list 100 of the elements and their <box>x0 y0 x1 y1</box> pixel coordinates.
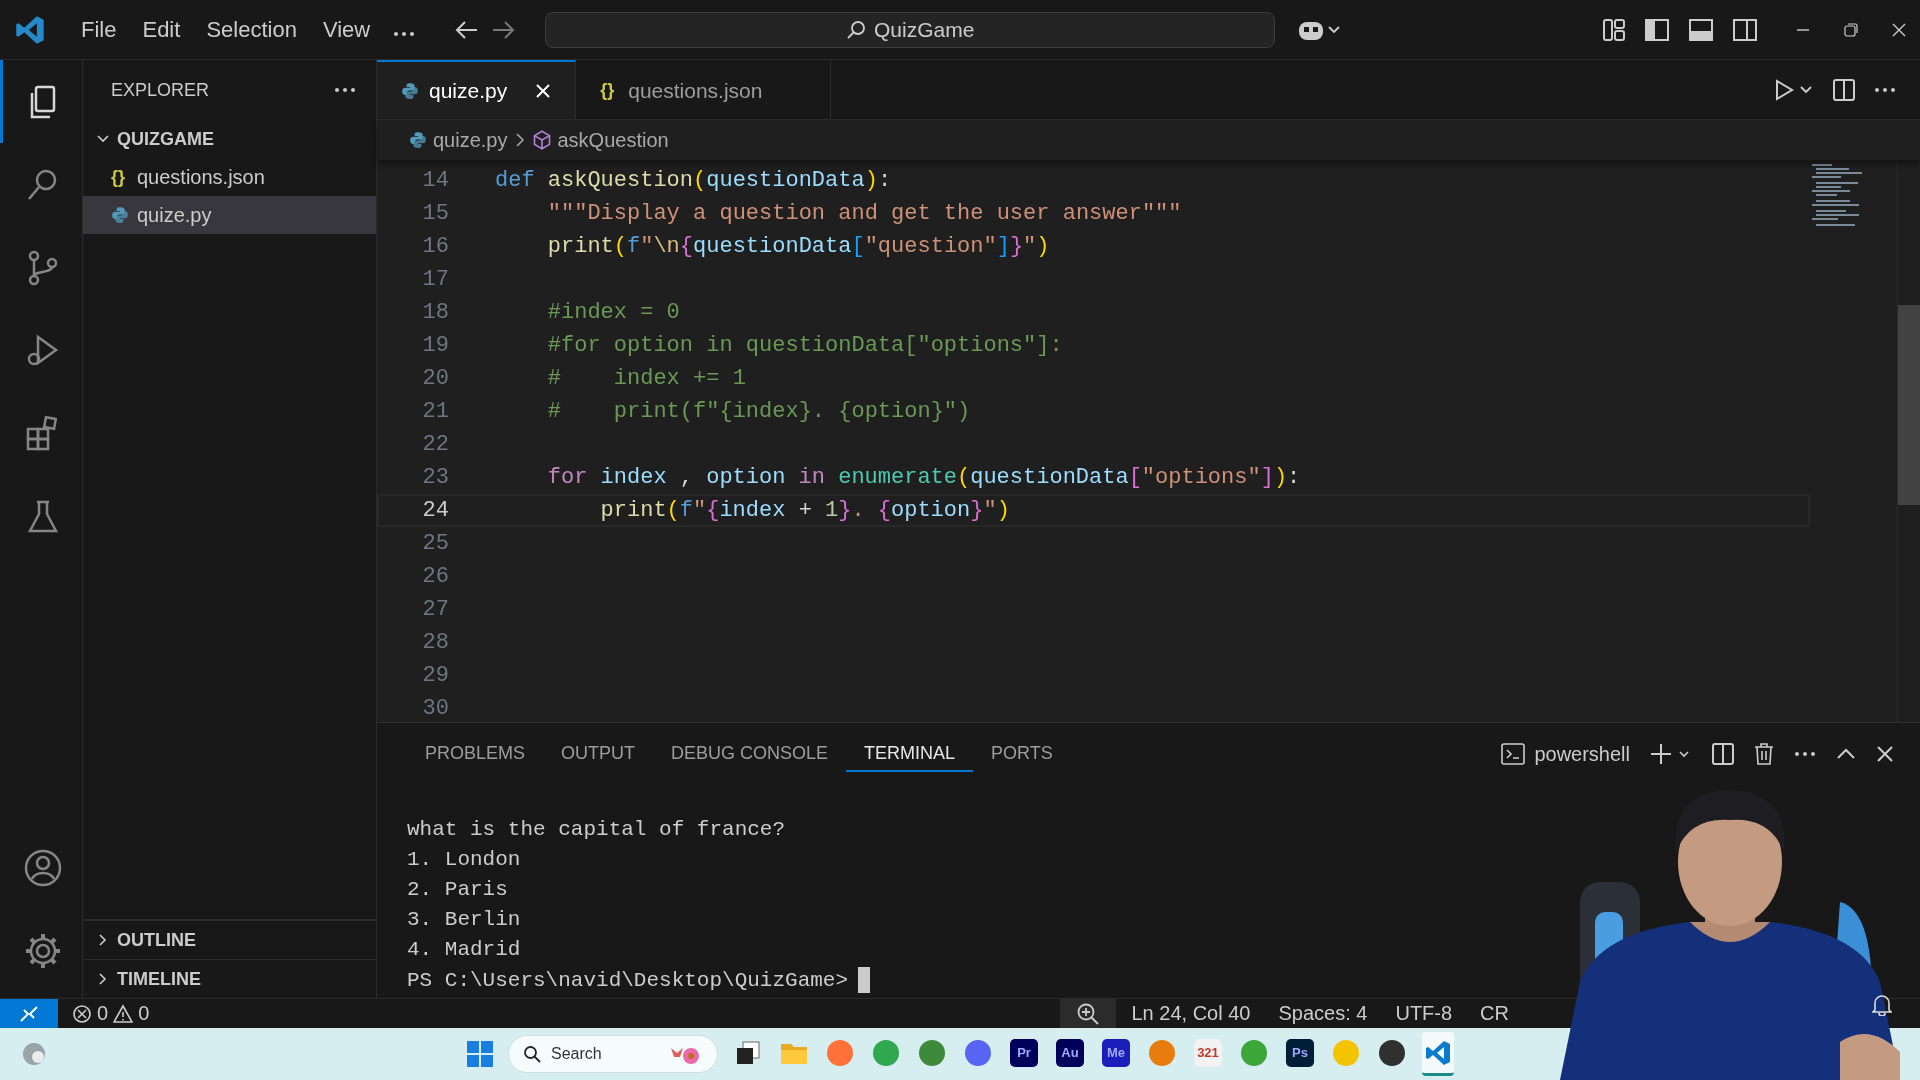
layout-icon[interactable] <box>1602 17 1626 42</box>
terminal-line: 2. Paris <box>407 877 509 903</box>
search-icon <box>27 169 56 200</box>
line-number: 16 <box>421 234 449 259</box>
line-number: 14 <box>421 168 449 193</box>
status-item[interactable]: UTF-8 <box>1395 1002 1453 1025</box>
menu-item[interactable]: Edit <box>129 10 194 49</box>
more-icon[interactable] <box>393 30 416 37</box>
search-icon <box>523 1045 541 1063</box>
sidebar-title: EXPLORER <box>111 79 210 101</box>
zoom-in-icon <box>1075 1001 1100 1026</box>
close-icon[interactable] <box>1892 22 1906 37</box>
menu-item[interactable]: Selection <box>193 10 310 49</box>
panel-tab[interactable]: PORTS <box>973 736 1071 772</box>
line-number: 17 <box>421 267 449 292</box>
line-number: 19 <box>421 333 449 358</box>
explorer-row[interactable]: quize.py <box>83 196 376 234</box>
braces-icon: {} <box>111 166 129 188</box>
breadcrumb-item[interactable]: askQuestion <box>531 128 669 152</box>
line-number: 24 <box>421 498 449 523</box>
explorer-row[interactable]: {} questions.json <box>83 158 376 196</box>
python-icon <box>409 131 427 149</box>
terminal-line: 1. London <box>407 847 522 873</box>
account-icon[interactable] <box>22 847 63 888</box>
line-number: 21 <box>421 399 449 424</box>
line-number: 28 <box>421 630 449 655</box>
section-header[interactable]: TIMELINE <box>117 968 201 990</box>
line-number: 29 <box>421 663 449 688</box>
status-item[interactable]: CR <box>1480 1002 1509 1025</box>
section-header[interactable]: OUTLINE <box>117 929 196 951</box>
restore-icon[interactable] <box>1844 22 1858 37</box>
code-line: #for option in questionData["options"]: <box>546 333 1063 358</box>
menu-item[interactable]: File <box>68 10 130 49</box>
code-line: for index , option in enumerate(questionData["options"]): <box>546 465 1301 490</box>
more-icon[interactable] <box>1874 86 1896 93</box>
command-center-search[interactable]: QuizGame <box>545 11 1276 48</box>
trash-icon[interactable] <box>1754 743 1774 765</box>
terminal-icon <box>1500 742 1527 766</box>
panel-tab[interactable]: OUTPUT <box>543 736 654 772</box>
panel-tab[interactable]: TERMINAL <box>846 736 974 772</box>
error-icon <box>72 1003 92 1024</box>
more-icon[interactable] <box>334 87 356 93</box>
run-icon[interactable] <box>1774 77 1814 102</box>
line-number: 23 <box>421 465 449 490</box>
new-terminal-icon[interactable] <box>1650 742 1692 766</box>
terminal-line: what is the capital of france? <box>407 817 787 843</box>
app-icon[interactable]: Au <box>1056 1038 1084 1067</box>
bell-icon[interactable] <box>1872 994 1892 1016</box>
line-number: 26 <box>421 564 449 589</box>
problems-indicator[interactable]: 0 0 <box>72 1002 150 1025</box>
close-icon[interactable] <box>1876 745 1894 763</box>
terminal-selector[interactable]: powershell <box>1500 742 1630 766</box>
secondary-sidebar-icon[interactable] <box>1732 17 1758 42</box>
app-icon[interactable] <box>1378 1038 1406 1067</box>
editor-tab[interactable]: quize.py <box>377 60 577 119</box>
start-icon[interactable] <box>466 1040 494 1068</box>
terminal-line: 4. Madrid <box>407 937 522 963</box>
extensions-icon <box>26 415 57 450</box>
app-icon[interactable]: Me <box>1102 1038 1130 1067</box>
terminal-line: 3. Berlin <box>407 907 522 933</box>
remote-icon <box>18 1003 40 1024</box>
panel-tab[interactable]: DEBUG CONSOLE <box>653 736 847 772</box>
menu-item[interactable]: View <box>309 10 384 49</box>
code-line: # print(f"{index}. {option}") <box>546 399 971 424</box>
zoom-button[interactable] <box>1059 999 1116 1028</box>
maximize-panel-icon[interactable] <box>1836 748 1856 760</box>
line-number: 20 <box>421 366 449 391</box>
status-item[interactable]: Spaces: 4 <box>1278 1002 1368 1025</box>
line-number: 27 <box>421 597 449 622</box>
code-line: #index = 0 <box>546 300 680 325</box>
back-icon[interactable] <box>455 19 480 40</box>
app-icon[interactable]: 321 <box>1194 1038 1222 1067</box>
line-number: 15 <box>421 201 449 226</box>
task-view-icon[interactable] <box>735 1039 761 1066</box>
remote-button[interactable] <box>0 999 58 1028</box>
line-number: 18 <box>421 300 449 325</box>
panel-tab[interactable]: PROBLEMS <box>407 736 544 772</box>
branch-icon <box>28 250 57 285</box>
status-item[interactable]: Ln 24, Col 40 <box>1131 1002 1251 1025</box>
panel-toggle-icon[interactable] <box>1688 17 1714 42</box>
code-line: print(f"{index + 1}. {option}") <box>599 498 1010 523</box>
sidebar-toggle-icon[interactable] <box>1644 17 1670 42</box>
code-editor-icon[interactable] <box>1424 1038 1452 1067</box>
taskbar-search[interactable]: Search <box>508 1035 718 1073</box>
folder-name[interactable]: QUIZGAME <box>117 128 214 150</box>
split-editor-icon[interactable] <box>1832 77 1856 102</box>
braces-icon: {} <box>600 80 619 101</box>
scrollbar-thumb[interactable] <box>1898 305 1920 505</box>
code-line: def askQuestion(questionData): <box>495 168 892 193</box>
forward-icon[interactable] <box>491 19 516 40</box>
app-icon[interactable]: Pr <box>1010 1038 1038 1067</box>
app-icon[interactable]: Ps <box>1286 1038 1314 1067</box>
breadcrumb-item[interactable]: quize.py <box>409 128 508 152</box>
run-debug-icon <box>27 334 58 365</box>
search-icon <box>846 19 866 40</box>
more-icon[interactable] <box>1794 751 1816 757</box>
text-cursor <box>858 967 871 993</box>
warning-icon <box>113 1003 134 1024</box>
files-icon <box>30 85 55 118</box>
split-terminal-icon[interactable] <box>1712 743 1734 765</box>
